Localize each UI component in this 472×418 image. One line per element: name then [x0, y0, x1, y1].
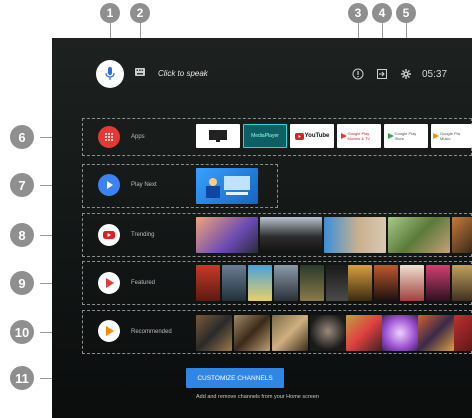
- recommended-album-4[interactable]: [310, 315, 346, 351]
- voice-hint: Click to speak: [158, 69, 208, 78]
- recommended-album-6[interactable]: [382, 315, 418, 351]
- app-tile-tv[interactable]: [196, 124, 240, 148]
- input-source-icon[interactable]: [376, 68, 388, 80]
- callout-8: 8: [10, 223, 34, 247]
- callout-9: 9: [10, 271, 34, 295]
- callout-11: 11: [10, 366, 34, 390]
- featured-poster-2[interactable]: [222, 265, 246, 301]
- app-tile-play-movies[interactable]: Google Play Movies & TV: [337, 124, 381, 148]
- play-movies-channel-icon[interactable]: [98, 272, 120, 294]
- trending-video-1[interactable]: [196, 217, 258, 253]
- featured-row-label: Featured: [131, 280, 156, 286]
- voice-search-button[interactable]: [96, 60, 124, 88]
- featured-poster-10[interactable]: [426, 265, 450, 301]
- play-next-tile[interactable]: [196, 168, 258, 204]
- trending-video-5[interactable]: [452, 217, 472, 253]
- play-store-label: Google Play Store: [394, 131, 417, 141]
- callout-2: 2: [130, 3, 150, 23]
- featured-poster-9[interactable]: [400, 265, 424, 301]
- microphone-icon: [105, 67, 115, 80]
- featured-poster-11[interactable]: [452, 265, 472, 301]
- play-next-row-label: Play Next: [131, 182, 157, 188]
- callout-7: 7: [10, 173, 34, 197]
- customize-channels-subtitle: Add and remove channels from your Home s…: [196, 394, 319, 400]
- callout-4: 4: [372, 3, 392, 23]
- featured-poster-8[interactable]: [374, 265, 398, 301]
- app-tile-mediaplayer[interactable]: MediaPlayer: [243, 124, 287, 148]
- featured-poster-5[interactable]: [300, 265, 324, 301]
- callout-6: 6: [10, 125, 34, 149]
- trending-video-4[interactable]: [388, 217, 450, 253]
- app-tile-play-music[interactable]: Google Pla Music: [431, 124, 472, 148]
- callout-5: 5: [396, 3, 416, 23]
- customize-channels-button[interactable]: CUSTOMIZE CHANNELS: [186, 368, 284, 388]
- youtube-label: YouTube: [304, 133, 330, 139]
- trending-row-label: Trending: [131, 232, 155, 238]
- youtube-channel-icon[interactable]: [98, 224, 120, 246]
- play-next-thumbnail-art: [206, 176, 250, 198]
- play-store-icon: [387, 133, 394, 139]
- play-movies-label: Google Play Movies & TV: [347, 131, 371, 141]
- recommended-album-2[interactable]: [234, 315, 270, 351]
- recommended-album-5[interactable]: [346, 315, 382, 351]
- play-music-channel-icon[interactable]: [98, 320, 120, 342]
- play-next-icon[interactable]: [98, 174, 120, 196]
- callout-3: 3: [348, 3, 368, 23]
- clock: 05:37: [422, 69, 448, 80]
- recommended-album-1[interactable]: [196, 315, 232, 351]
- trending-video-3[interactable]: [324, 217, 386, 253]
- settings-gear-icon[interactable]: [400, 68, 412, 80]
- callout-1: 1: [100, 3, 120, 23]
- recommended-album-8[interactable]: [454, 315, 472, 351]
- apps-row-label: Apps: [131, 134, 145, 140]
- youtube-logo-icon: [294, 132, 304, 140]
- play-music-icon: [433, 133, 439, 139]
- recommended-album-3[interactable]: [272, 315, 308, 351]
- tv-icon: [209, 130, 227, 142]
- callout-10: 10: [10, 320, 34, 344]
- featured-poster-3[interactable]: [248, 265, 272, 301]
- app-tile-youtube[interactable]: YouTube: [290, 124, 334, 148]
- recommended-album-7[interactable]: [418, 315, 454, 351]
- play-music-label: Google Pla Music: [440, 131, 460, 141]
- play-movies-icon: [340, 133, 347, 139]
- recommended-row-label: Recommended: [131, 329, 172, 335]
- keyboard-search-icon[interactable]: [134, 66, 146, 78]
- apps-grid-icon[interactable]: [98, 126, 120, 148]
- app-tile-play-store[interactable]: Google Play Store: [384, 124, 428, 148]
- featured-poster-6[interactable]: [326, 265, 350, 301]
- featured-poster-7[interactable]: [348, 265, 372, 301]
- notifications-icon[interactable]: [352, 68, 364, 80]
- featured-poster-4[interactable]: [274, 265, 298, 301]
- trending-video-2[interactable]: [260, 217, 322, 253]
- featured-poster-1[interactable]: [196, 265, 220, 301]
